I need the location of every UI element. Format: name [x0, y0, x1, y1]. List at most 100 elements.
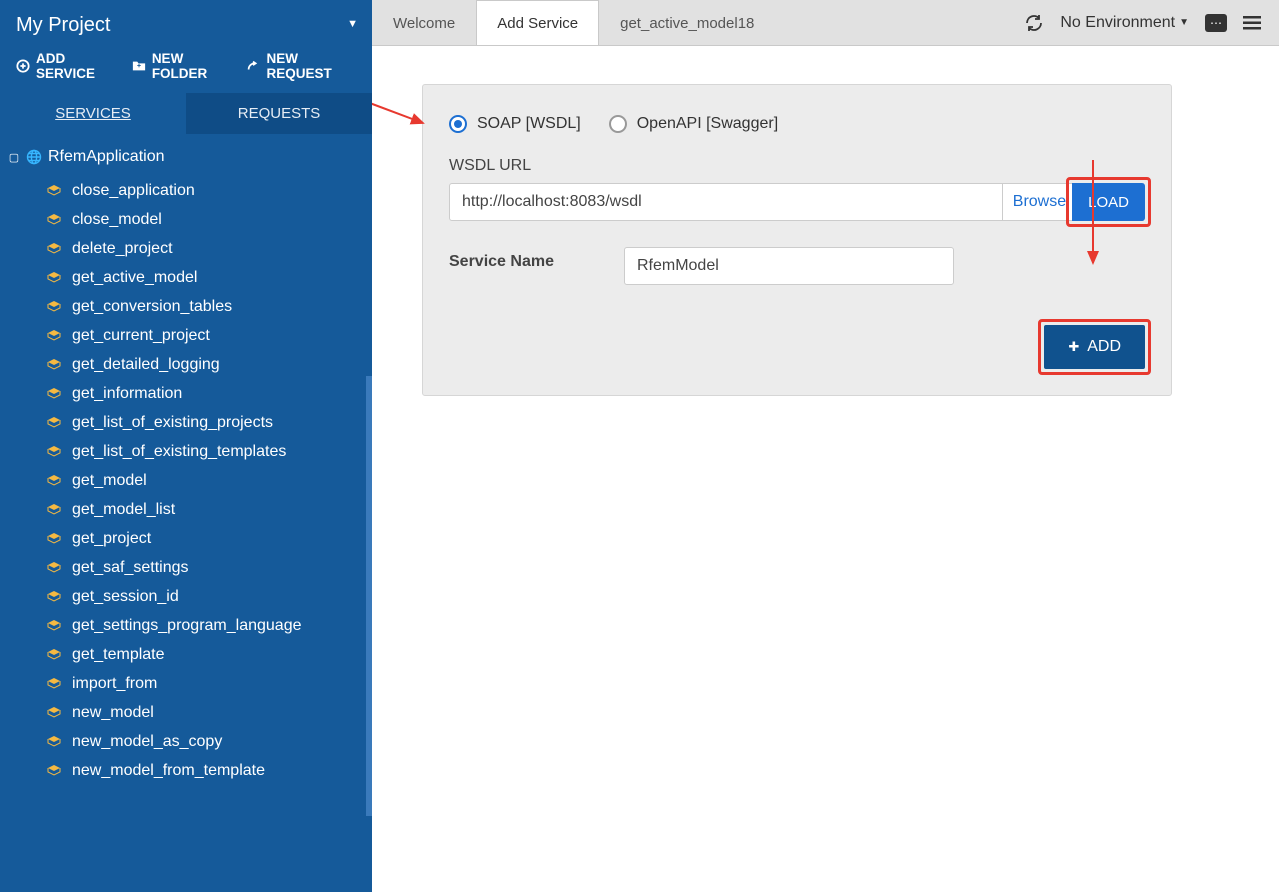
tree-item[interactable]: close_application	[40, 176, 372, 205]
wsdl-url-input[interactable]	[449, 183, 1003, 221]
services-tree: ▢ RfemApplication close_applicationclose…	[0, 134, 372, 892]
tree-item-label: get_conversion_tables	[72, 298, 232, 316]
operation-icon	[46, 560, 62, 576]
content: SOAP [WSDL] OpenAPI [Swagger] WSDL URL B…	[372, 46, 1279, 892]
radio-openapi[interactable]: OpenAPI [Swagger]	[609, 115, 778, 133]
tree-item[interactable]: get_project	[40, 524, 372, 553]
new-folder-label: NEW FOLDER	[152, 51, 233, 81]
tree-item-label: get_model	[72, 472, 147, 490]
top-tab[interactable]: Add Service	[476, 0, 599, 45]
tree-item[interactable]: import_from	[40, 669, 372, 698]
new-folder-button[interactable]: NEW FOLDER	[132, 51, 233, 81]
refresh-icon[interactable]	[1024, 13, 1044, 33]
tree-item[interactable]: get_current_project	[40, 321, 372, 350]
tree-item[interactable]: get_detailed_logging	[40, 350, 372, 379]
radio-soap-label: SOAP [WSDL]	[477, 115, 581, 133]
tree-item[interactable]: get_list_of_existing_projects	[40, 408, 372, 437]
environment-label: No Environment	[1060, 14, 1175, 32]
request-icon	[246, 59, 260, 73]
operation-icon	[46, 705, 62, 721]
sidebar: My Project ▼ ADD SERVICE NEW FOLDER NEW …	[0, 0, 372, 892]
plus-circle-icon	[16, 59, 30, 73]
folder-plus-icon	[132, 59, 146, 73]
operation-icon	[46, 299, 62, 315]
operation-icon	[46, 357, 62, 373]
sidebar-header: My Project ▼	[0, 0, 372, 47]
tree-item-label: get_list_of_existing_projects	[72, 414, 273, 432]
api-type-radio-group: SOAP [WSDL] OpenAPI [Swagger]	[449, 115, 1145, 133]
tree-item[interactable]: get_conversion_tables	[40, 292, 372, 321]
radio-openapi-label: OpenAPI [Swagger]	[637, 115, 778, 133]
sidebar-subtabs: SERVICES REQUESTS	[0, 93, 372, 134]
operation-icon	[46, 473, 62, 489]
tree-item[interactable]: delete_project	[40, 234, 372, 263]
add-service-label: ADD SERVICE	[36, 51, 118, 81]
project-dropdown-caret-icon[interactable]: ▼	[347, 18, 358, 30]
sidebar-scrollbar[interactable]	[366, 376, 372, 816]
tree-item[interactable]: get_saf_settings	[40, 553, 372, 582]
topbar: WelcomeAdd Serviceget_active_model18 No …	[372, 0, 1279, 46]
new-request-button[interactable]: NEW REQUEST	[246, 51, 356, 81]
tree-item-label: get_information	[72, 385, 182, 403]
add-button-label: ADD	[1087, 338, 1121, 356]
tree-item[interactable]: get_settings_program_language	[40, 611, 372, 640]
sidebar-actions: ADD SERVICE NEW FOLDER NEW REQUEST	[0, 47, 372, 93]
add-service-button[interactable]: ADD SERVICE	[16, 51, 118, 81]
tree-item[interactable]: get_information	[40, 379, 372, 408]
tree-item-label: get_saf_settings	[72, 559, 189, 577]
top-tab[interactable]: Welcome	[372, 0, 476, 45]
plus-icon: ✚	[1068, 339, 1079, 355]
tree-item[interactable]: close_model	[40, 205, 372, 234]
operation-icon	[46, 328, 62, 344]
tree-item[interactable]: new_model_from_template	[40, 756, 372, 785]
operation-icon	[46, 676, 62, 692]
tree-item-label: get_model_list	[72, 501, 175, 519]
operation-icon	[46, 415, 62, 431]
top-tab[interactable]: get_active_model18	[599, 0, 775, 45]
operation-icon	[46, 386, 62, 402]
operation-icon	[46, 589, 62, 605]
project-title[interactable]: My Project	[16, 14, 356, 37]
environment-dropdown[interactable]: No Environment ▼	[1060, 14, 1189, 32]
topbar-right: No Environment ▼ ⋯	[1024, 0, 1279, 45]
operation-icon	[46, 734, 62, 750]
operation-icon	[46, 241, 62, 257]
tab-services[interactable]: SERVICES	[0, 93, 186, 134]
browse-link[interactable]: Browse	[1003, 183, 1072, 221]
tree-item[interactable]: get_active_model	[40, 263, 372, 292]
operation-icon	[46, 618, 62, 634]
main-area: WelcomeAdd Serviceget_active_model18 No …	[372, 0, 1279, 892]
tree-item-label: import_from	[72, 675, 157, 693]
tree-item[interactable]: get_session_id	[40, 582, 372, 611]
radio-soap[interactable]: SOAP [WSDL]	[449, 115, 581, 133]
tab-requests[interactable]: REQUESTS	[186, 93, 372, 134]
tree-item[interactable]: get_model	[40, 466, 372, 495]
tree-item-label: close_model	[72, 211, 162, 229]
tree-item[interactable]: get_model_list	[40, 495, 372, 524]
feedback-icon[interactable]: ⋯	[1205, 14, 1227, 32]
service-name-input[interactable]	[624, 247, 954, 285]
tree-root[interactable]: ▢ RfemApplication	[0, 142, 372, 172]
top-tabs: WelcomeAdd Serviceget_active_model18	[372, 0, 775, 45]
load-button[interactable]: LOAD	[1072, 183, 1145, 221]
tree-item[interactable]: new_model	[40, 698, 372, 727]
wsdl-url-row: Browse LOAD	[449, 183, 1145, 221]
hamburger-menu-icon[interactable]	[1243, 15, 1261, 31]
add-button[interactable]: ✚ ADD	[1044, 325, 1145, 369]
tree-item-label: close_application	[72, 182, 195, 200]
tree-children: close_application close_model delete_proje…	[0, 172, 372, 785]
tree-item-label: get_settings_program_language	[72, 617, 302, 635]
radio-checked-icon	[449, 115, 467, 133]
tree-item[interactable]: get_list_of_existing_templates	[40, 437, 372, 466]
operation-icon	[46, 647, 62, 663]
tree-item-label: get_list_of_existing_templates	[72, 443, 286, 461]
tree-item[interactable]: get_template	[40, 640, 372, 669]
tree-item-label: get_active_model	[72, 269, 197, 287]
tree-item-label: new_model	[72, 704, 154, 722]
collapse-icon[interactable]: ▢	[8, 151, 20, 164]
operation-icon	[46, 270, 62, 286]
tree-item-label: new_model_as_copy	[72, 733, 222, 751]
operation-icon	[46, 763, 62, 779]
tree-item[interactable]: new_model_as_copy	[40, 727, 372, 756]
operation-icon	[46, 212, 62, 228]
